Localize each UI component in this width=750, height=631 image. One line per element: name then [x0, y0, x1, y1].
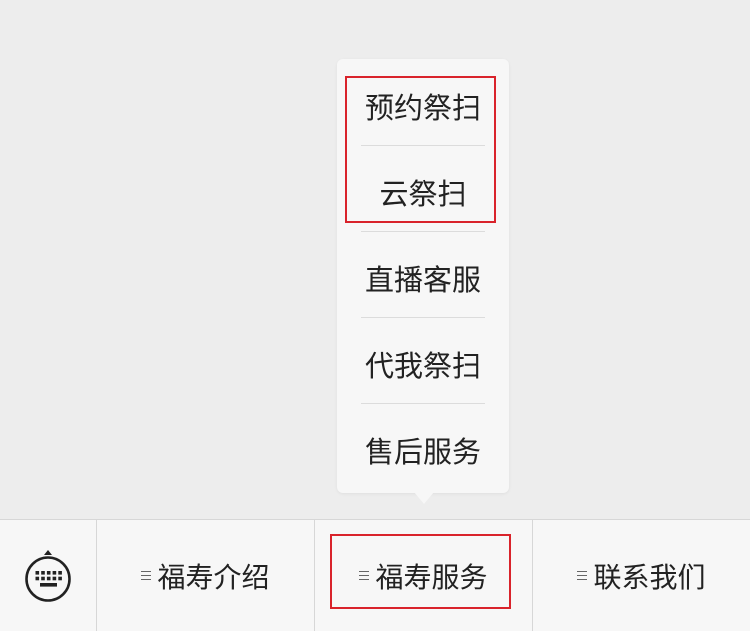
submenu-divider [361, 317, 485, 318]
submenu-item-label: 直播客服 [364, 263, 481, 297]
submenu-popup-arrow [414, 492, 434, 504]
submenu-item-label: 预约祭扫 [364, 91, 481, 125]
tab-contact-us[interactable]: 联系我们 [533, 520, 750, 631]
submenu-item-proxy-visit[interactable]: 代我祭扫 [361, 321, 485, 407]
keyboard-toggle-button[interactable] [0, 520, 96, 631]
tab-label: 福寿服务 [375, 560, 488, 594]
submenu-divider [361, 231, 485, 232]
submenu-item-label: 售后服务 [364, 435, 481, 469]
menu-lines-icon [577, 568, 588, 583]
submenu-item-live-support[interactable]: 直播客服 [361, 235, 485, 321]
submenu-item-reserve-visit[interactable]: 预约祭扫 [361, 63, 485, 149]
menu-lines-icon [141, 568, 152, 583]
submenu-item-cloud-visit[interactable]: 云祭扫 [361, 149, 485, 235]
tab-fushou-services[interactable]: 福寿服务 [315, 520, 532, 631]
submenu-item-label: 云祭扫 [379, 177, 467, 211]
submenu-item-after-sales[interactable]: 售后服务 [361, 407, 485, 493]
tab-fushou-intro[interactable]: 福寿介绍 [97, 520, 314, 631]
tab-label: 福寿介绍 [157, 560, 270, 594]
submenu-divider [361, 145, 485, 146]
bottom-menu-bar: 福寿介绍 福寿服务 联系我们 [0, 519, 750, 631]
submenu-divider [361, 403, 485, 404]
tab-label: 联系我们 [593, 560, 706, 594]
submenu-popup: 预约祭扫 云祭扫 直播客服 代我祭扫 售后服务 [337, 59, 509, 493]
menu-lines-icon [359, 568, 370, 583]
chat-menu-screen: 预约祭扫 云祭扫 直播客服 代我祭扫 售后服务 福寿介绍 福寿服务 联系我们 [0, 0, 750, 631]
keyboard-icon [25, 549, 71, 602]
submenu-item-label: 代我祭扫 [364, 349, 481, 383]
